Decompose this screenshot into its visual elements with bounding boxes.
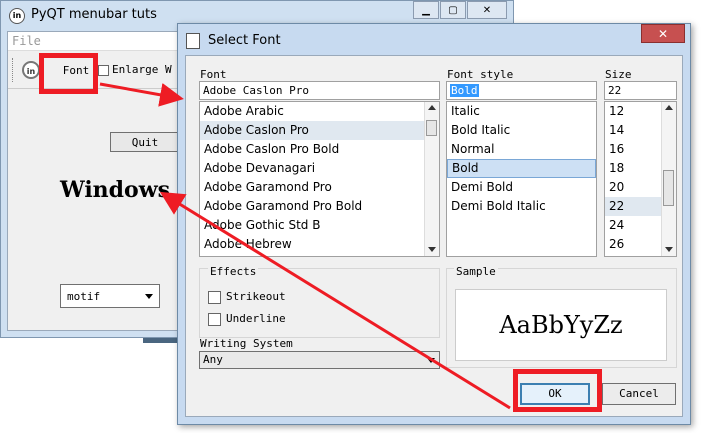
arrow-font-to-dialog — [99, 82, 184, 107]
arrow-ok-to-windows — [159, 191, 511, 410]
annotation-arrows — [99, 82, 511, 410]
